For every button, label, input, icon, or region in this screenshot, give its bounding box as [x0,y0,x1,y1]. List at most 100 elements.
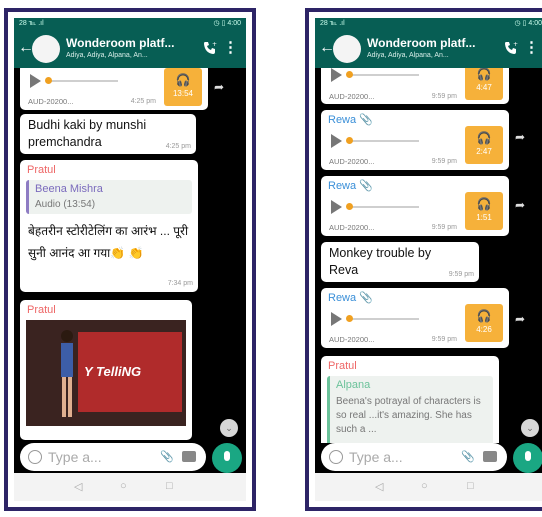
text-message[interactable]: Monkey trouble by Reva 9:59 pm [321,242,479,282]
status-left: 28 ℡ .ıl [320,20,345,27]
audio-duration: 1:51 [476,213,492,222]
message-input[interactable]: Type a... 📎 [20,443,206,471]
text-message[interactable]: Budhi kaki by munshi premchandra 4:25 pm [20,114,196,154]
audio-progress-track[interactable] [347,74,419,76]
play-icon[interactable] [331,68,342,82]
message-text: Monkey trouble by Reva [329,246,432,277]
group-avatar[interactable] [333,35,361,63]
status-right: ◷ ▯ 4:00 [213,20,241,27]
audio-progress-track[interactable] [347,206,419,208]
emoji-icon[interactable] [329,450,343,464]
image-message[interactable]: Pratul Y TelliNG [20,300,192,440]
audio-progress-track[interactable] [347,318,419,320]
message-sender: Rewa 📎 [328,292,373,304]
android-nav-bar: ◁ ○ □ [315,473,542,501]
audio-message[interactable]: Rewa 📎 AUD-20200... 9:59 pm 🎧 2:47 [321,110,509,170]
audio-badge: 🎧 4:26 [465,304,503,342]
audio-duration: 4:26 [476,325,492,334]
quoted-text: Beena's potrayal of characters is so rea… [336,396,481,435]
message-text: बेहतरीन स्टोरीटेलिंग का आरंभ ... पूरी सु… [28,224,189,260]
scroll-down-icon[interactable]: ⌄ [220,419,238,437]
banner-text: Y TelliNG [84,364,142,379]
chat-header: ← Wonderoom platf... Adiya, Adiya, Alpan… [315,30,542,68]
audio-badge: 🎧 4:47 [465,68,503,100]
audio-filename: AUD-20200... [329,335,375,344]
group-avatar[interactable] [32,35,60,63]
audio-filename: AUD-20200... [329,157,375,166]
group-members[interactable]: Adiya, Adiya, Alpana, An... [66,52,148,59]
nav-recents-icon[interactable]: □ [166,480,173,492]
message-sender: Pratul [27,164,56,176]
status-right: ◷ ▯ 4:00 [514,20,542,27]
nav-home-icon[interactable]: ○ [120,480,127,492]
audio-progress-track[interactable] [46,80,118,82]
audio-progress-thumb[interactable] [346,137,353,144]
audio-progress-track[interactable] [347,140,419,142]
status-bar: 28 ℡ .ıl ◷ ▯ 4:00 [14,18,246,30]
message-input[interactable]: Type a... 📎 [321,443,507,471]
message-time: 4:25 pm [165,143,191,150]
quoted-sender: Beena Mishra [35,183,103,195]
input-placeholder: Type a... [48,449,102,465]
chat-screen: 28 ℡ .ıl ◷ ▯ 4:00 ← Wonderoom platf... A… [315,18,542,501]
call-icon[interactable]: + [202,40,218,56]
scroll-down-icon[interactable]: ⌄ [521,419,539,437]
nav-home-icon[interactable]: ○ [421,480,428,492]
call-icon[interactable]: + [503,40,519,56]
performer-figure [61,330,73,417]
headphones-icon: 🎧 [175,73,191,87]
play-icon[interactable] [331,200,342,214]
audio-progress-thumb[interactable] [346,315,353,322]
audio-message[interactable]: Rewa 📎 AUD-20200... 9:59 pm 🎧 4:26 [321,288,509,348]
forward-icon[interactable]: ➦ [515,312,525,326]
nav-recents-icon[interactable]: □ [467,480,474,492]
camera-icon[interactable] [182,451,196,462]
forward-icon[interactable]: ➦ [214,80,224,94]
chat-screen: 28 ℡ .ıl ◷ ▯ 4:00 ← Wonderoom platf... A… [14,18,246,501]
audio-message[interactable]: AUD-20200... 4:25 pm 🎧 13:54 [20,68,208,110]
group-members[interactable]: Adiya, Adiya, Alpana, An... [367,52,449,59]
attach-icon[interactable]: 📎 [461,450,475,463]
audio-badge: 🎧 13:54 [164,68,202,106]
nav-back-icon[interactable]: ◁ [375,480,383,493]
message-list[interactable]: AUD-20200... 4:25 pm 🎧 13:54 ➦ Budhi kak… [14,68,246,443]
quoted-text: Audio (13:54) [35,199,96,210]
camera-icon[interactable] [483,451,497,462]
left-phone-screenshot: 28 ℡ .ıl ◷ ▯ 4:00 ← Wonderoom platf... A… [4,8,256,511]
status-bar: 28 ℡ .ıl ◷ ▯ 4:00 [315,18,542,30]
audio-progress-thumb[interactable] [45,77,52,84]
group-title[interactable]: Wonderoom platf... [367,36,475,50]
message-list[interactable]: AUD-20200... 9:59 pm 🎧 4:47 Rewa 📎 AUD-2… [315,68,542,443]
more-icon[interactable]: ⋮ [223,39,238,57]
headphones-icon: 🎧 [476,131,492,145]
reply-message[interactable]: Pratul Alpana Beena's potrayal of charac… [321,356,499,443]
mic-icon[interactable] [513,443,542,473]
audio-duration: 4:47 [476,83,492,92]
emoji-icon[interactable] [28,450,42,464]
storytelling-photo[interactable]: Y TelliNG [26,320,186,426]
attach-icon[interactable]: 📎 [160,450,174,463]
audio-progress-thumb[interactable] [346,71,353,78]
status-left: 28 ℡ .ıl [19,20,44,27]
group-title[interactable]: Wonderoom platf... [66,36,174,50]
quoted-message[interactable]: Beena Mishra Audio (13:54) [26,180,192,214]
audio-filename: AUD-20200... [28,97,74,106]
forward-icon[interactable]: ➦ [515,130,525,144]
play-icon[interactable] [30,74,41,88]
message-time: 7:34 pm [167,280,193,287]
more-icon[interactable]: ⋮ [524,39,539,57]
message-time: 9:59 pm [431,336,457,343]
play-icon[interactable] [331,312,342,326]
forward-icon[interactable]: ➦ [515,198,525,212]
svg-text:+: + [212,41,217,48]
reply-message[interactable]: Pratul Beena Mishra Audio (13:54) बेहतरी… [20,160,198,292]
audio-message[interactable]: AUD-20200... 9:59 pm 🎧 4:47 [321,68,509,104]
message-composer: Type a... 📎 [315,443,542,473]
mic-icon[interactable] [212,443,242,473]
play-icon[interactable] [331,134,342,148]
audio-progress-thumb[interactable] [346,203,353,210]
nav-back-icon[interactable]: ◁ [74,480,82,493]
audio-message[interactable]: Rewa 📎 AUD-20200... 9:59 pm 🎧 1:51 [321,176,509,236]
message-sender: Pratul [328,360,357,372]
quoted-message[interactable]: Alpana Beena's potrayal of characters is… [327,376,493,443]
